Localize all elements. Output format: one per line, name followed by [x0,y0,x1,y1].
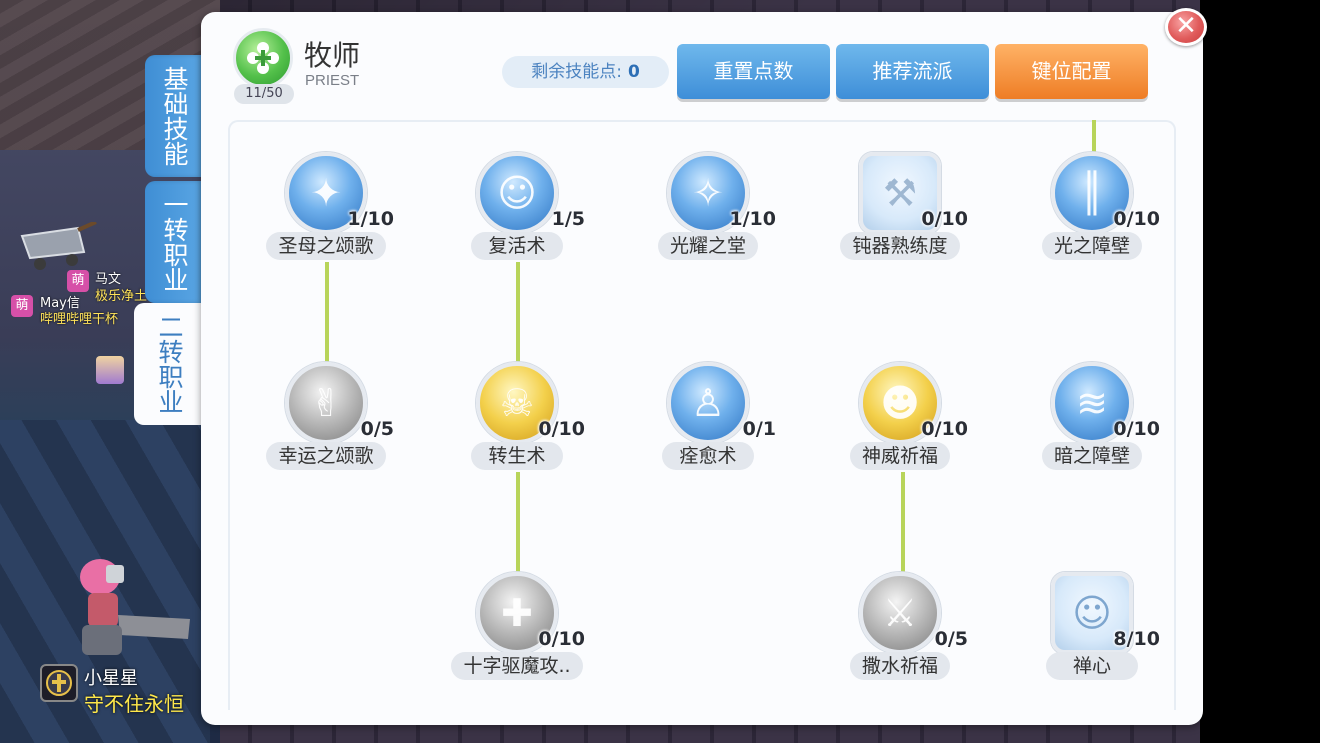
chat-avatar [96,356,124,384]
skill-name: 转生术 [471,442,563,470]
skill-name: 撒水祈福 [849,652,950,680]
skill-connector [1092,120,1096,152]
skill-connector [325,262,329,362]
reset-points-button[interactable]: 重置点数 [677,44,830,99]
skill-resurrection[interactable]: ☺ 1/5 复活术 [447,152,587,272]
skill-level: 8/10 [1113,628,1160,650]
close-button[interactable]: ✕ [1165,8,1207,46]
player-guild: 守不住永恒 [84,692,184,716]
skill-name: 钝器熟练度 [840,232,960,260]
cart-icon [20,222,97,270]
world-right-edge [1200,0,1320,743]
skill-sanctuary-hall[interactable]: ✧ 1/10 光耀之堂 [638,152,778,272]
skill-aqua-benedicta[interactable]: ⚔ 0/5 撒水祈福 [830,572,970,692]
skill-name: 神威祈福 [849,442,950,470]
skill-name: 痊愈术 [662,442,754,470]
remaining-points: 剩余技能点: 0 [502,56,669,88]
tab-second-job[interactable]: 二转职业 [134,303,204,425]
skill-gloria[interactable]: ✌ 0/5 幸运之颂歌 [256,362,396,482]
skill-level: 0/1 [742,418,776,440]
keybind-config-button[interactable]: 键位配置 [995,44,1148,99]
skill-name: 圣母之颂歌 [266,232,386,260]
skill-connector [901,472,905,572]
skill-level: 0/10 [1113,418,1160,440]
remaining-points-label: 剩余技能点: [531,62,622,82]
recommend-build-button[interactable]: 推荐流派 [836,44,989,99]
chat-text-2: 哔哩哔哩干杯 [40,312,119,327]
remaining-points-value: 0 [627,62,640,82]
skill-level: 0/10 [921,208,968,230]
skill-name: 十字驱魔攻.. [451,652,583,680]
skill-light-barrier[interactable]: ║ 0/10 光之障壁 [1022,152,1162,272]
gloria-icon: ✌ [285,362,367,444]
class-emblem-icon [233,28,293,88]
chat-badge: 萌 [67,270,89,292]
skill-connector [516,472,520,572]
player-guild-icon [40,664,78,702]
skill-level: 1/10 [729,208,776,230]
skill-level: 0/10 [921,418,968,440]
tab-first-job[interactable]: 一转职业 [145,181,203,303]
class-name: 牧师 [304,39,361,72]
skill-level: 0/10 [538,628,585,650]
skill-name: 暗之障壁 [1041,442,1142,470]
sanctuary-icon: ♙ [667,362,749,444]
skill-level: 0/5 [360,418,394,440]
skill-connector [516,262,520,362]
skill-dark-barrier[interactable]: ≋ 0/10 暗之障壁 [1022,362,1162,482]
chat-text-1: 极乐净土 [95,289,148,304]
resurrection-icon: ☺ [476,152,558,234]
skill-name: 光耀之堂 [657,232,758,260]
skill-divine-blessing[interactable]: ☻ 0/10 神威祈福 [830,362,970,482]
skill-level: 1/10 [347,208,394,230]
skill-redemptio[interactable]: ☠ 0/10 转生术 [447,362,587,482]
skill-magnus-exorcismus[interactable]: ✚ 0/10 十字驱魔攻.. [447,572,587,692]
skill-name: 复活术 [471,232,563,260]
skill-sanctuary[interactable]: ♙ 0/1 痊愈术 [638,362,778,482]
skill-mace-mastery[interactable]: ⚒ 0/10 钝器熟练度 [830,152,970,272]
player-character[interactable] [60,555,200,665]
skill-name: 幸运之颂歌 [266,442,386,470]
skill-level: 1/5 [551,208,585,230]
class-level: 11/50 [234,84,294,104]
chat-badge: 萌 [11,295,33,317]
skill-level: 0/5 [934,628,968,650]
skill-level: 0/10 [538,418,585,440]
skill-zen-heart[interactable]: ☺ 8/10 禅心 [1022,572,1162,692]
skill-magnificat[interactable]: ✦ 1/10 圣母之颂歌 [256,152,396,272]
skill-level: 0/10 [1113,208,1160,230]
skill-name: 禅心 [1046,652,1138,680]
class-english-name: PRIEST [305,72,360,89]
skill-name: 光之障壁 [1041,232,1142,260]
aqua-benedicta-icon: ⚔ [859,572,941,654]
tab-basic-skills[interactable]: 基础技能 [145,55,203,177]
player-name: 小星星 [84,668,138,689]
